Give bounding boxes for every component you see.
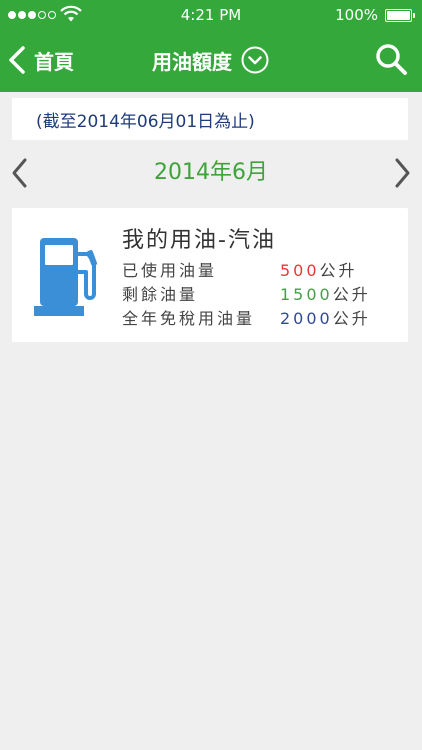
used-fuel-value: 500: [280, 261, 320, 280]
status-bar: 4:21 PM 100%: [0, 0, 422, 30]
fuel-pump-icon: [34, 238, 97, 316]
used-fuel-row: 已使用油量 500公升: [122, 260, 355, 282]
chevron-right-icon[interactable]: [388, 156, 416, 190]
row-label: 已使用油量: [122, 261, 218, 280]
row-label: 剩餘油量: [122, 285, 199, 304]
navigation-bar: 首頁 用油額度: [0, 30, 422, 92]
remaining-fuel-value: 1500: [280, 285, 333, 304]
card-title: 我的用油-汽油: [122, 228, 276, 253]
remaining-fuel-row: 剩餘油量 1500公升: [122, 284, 368, 306]
chevron-down-circle-icon: [241, 46, 269, 74]
current-month: 2014年6月: [154, 160, 268, 185]
fuel-usage-card: 我的用油-汽油 已使用油量 500公升 剩餘油量 1500公升 全年免稅用油量 …: [12, 208, 408, 342]
search-icon[interactable]: [374, 42, 408, 76]
battery-icon: [385, 9, 415, 22]
row-value-group: 1500公升: [280, 284, 371, 306]
month-selector: 2014年6月: [0, 150, 422, 196]
row-value-group: 500公升: [280, 260, 358, 282]
row-label: 全年免稅用油量: [122, 309, 256, 328]
annual-quota-value: 2000: [280, 309, 333, 328]
row-value-group: 2000公升: [280, 308, 371, 330]
row-unit: 公升: [332, 285, 371, 304]
title-dropdown[interactable]: 用油額度: [0, 40, 422, 80]
as-of-date-note: (截至2014年06月01日為止): [12, 98, 408, 140]
battery-percent: 100%: [335, 6, 378, 24]
annual-quota-row: 全年免稅用油量 2000公升: [122, 308, 368, 330]
row-unit: 公升: [319, 261, 358, 280]
page-title: 用油額度: [152, 49, 232, 74]
app-header: 4:21 PM 100% 首頁 用油額度: [0, 0, 422, 92]
row-unit: 公升: [332, 309, 371, 328]
